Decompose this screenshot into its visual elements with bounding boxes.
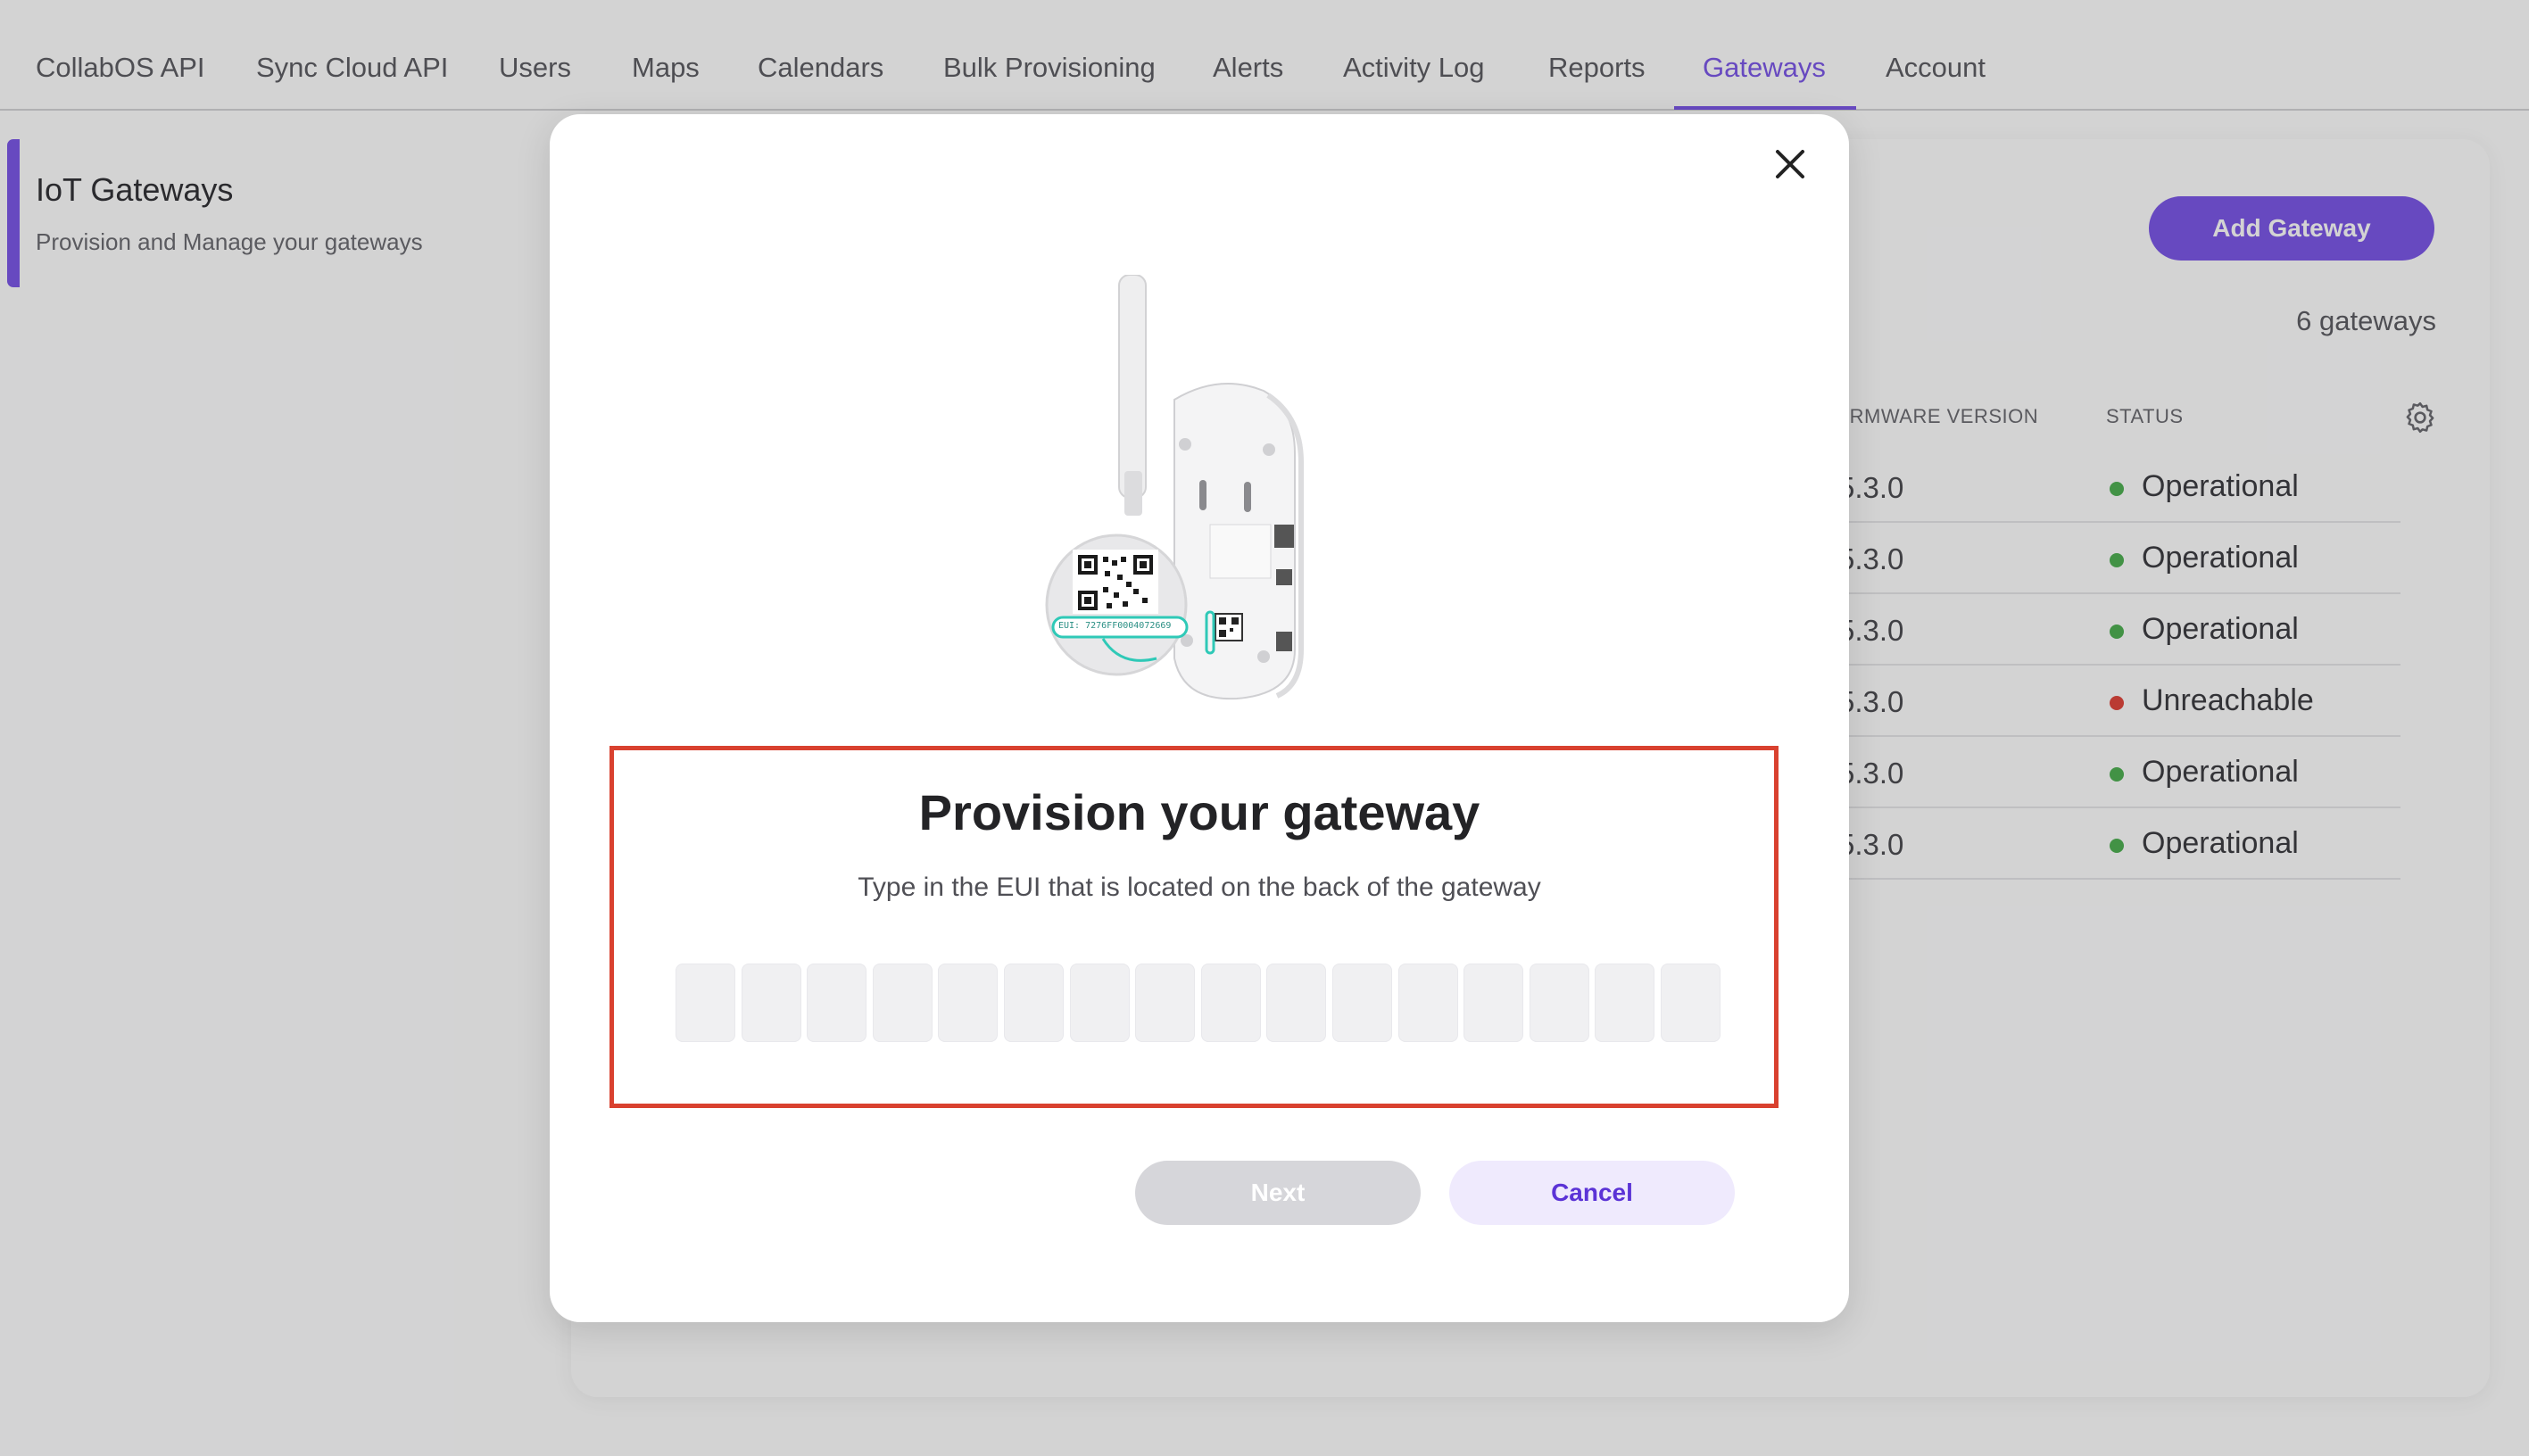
eui-char-input[interactable] [1266,964,1326,1042]
gateway-eui-label: EUI: 7276FF0004072669 [1058,621,1172,631]
eui-char-input[interactable] [1135,964,1195,1042]
dialog-title: Provision your gateway [918,784,1480,840]
eui-char-input[interactable] [1332,964,1392,1042]
next-button[interactable]: Next [1135,1161,1421,1225]
eui-char-input[interactable] [1070,964,1130,1042]
provision-gateway-dialog: EUI: 7276FF0004072669 Provision your gat… [550,114,1849,1322]
eui-input-group [676,964,1729,1044]
eui-char-input[interactable] [938,964,998,1042]
eui-char-input[interactable] [1464,964,1523,1042]
eui-char-input[interactable] [742,964,801,1042]
eui-char-input[interactable] [873,964,933,1042]
eui-char-input[interactable] [676,964,735,1042]
cancel-button[interactable]: Cancel [1449,1161,1735,1225]
eui-char-input[interactable] [1398,964,1458,1042]
eui-char-input[interactable] [807,964,866,1042]
close-icon[interactable] [1769,143,1812,186]
eui-char-input[interactable] [1530,964,1589,1042]
eui-char-input[interactable] [1004,964,1064,1042]
dialog-instructions: Type in the EUI that is located on the b… [858,873,1541,902]
eui-char-input[interactable] [1201,964,1261,1042]
eui-char-input[interactable] [1661,964,1721,1042]
eui-char-input[interactable] [1595,964,1654,1042]
gateway-device-image [1045,275,1304,700]
